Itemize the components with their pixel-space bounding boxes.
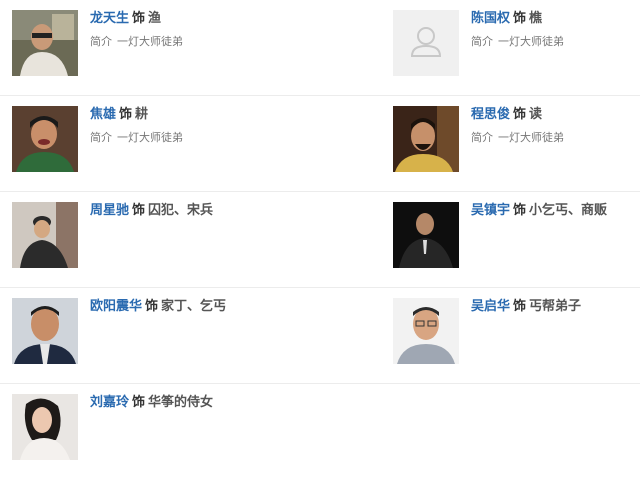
role-name: 华筝的侍女: [148, 395, 214, 410]
role-name: 丐帮弟子: [529, 299, 582, 314]
cast-info: 焦雄饰耕 简介 一灯大师徒弟: [90, 105, 310, 146]
cast-list: 龙天生饰渔 简介 一灯大师徒弟 陈国权饰樵 简介 一灯大师徒弟 焦雄 饰 耕 简…: [0, 0, 640, 467]
as-label: 饰: [513, 11, 527, 26]
actor-photo[interactable]: [12, 394, 78, 460]
actor-name-link[interactable]: 周星驰: [90, 203, 129, 218]
actor-photo[interactable]: [393, 298, 459, 364]
actor-photo[interactable]: [12, 106, 78, 172]
intro-text: 一灯大师徒弟: [498, 131, 564, 144]
intro-text: 一灯大师徒弟: [498, 35, 564, 48]
cast-card: 吴镇宇饰小乞丐、商贩: [393, 192, 640, 287]
cast-card: 周星驰饰囚犯、宋兵: [12, 192, 312, 287]
actor-name-link[interactable]: 龙天生: [90, 11, 129, 26]
cast-row: 欧阳震华饰家丁、乞丐 吴启华饰丐帮弟子: [0, 288, 640, 384]
actor-name-link[interactable]: 吴镇宇: [471, 203, 510, 218]
intro-text: 一灯大师徒弟: [117, 131, 183, 144]
cast-card: 欧阳震华饰家丁、乞丐: [12, 288, 312, 383]
actor-photo[interactable]: [12, 202, 78, 268]
cast-info: 龙天生饰渔 简介 一灯大师徒弟: [90, 9, 310, 50]
cast-info: 陈国权饰樵 简介 一灯大师徒弟: [471, 9, 640, 50]
as-label: 饰: [145, 299, 159, 314]
as-label: 饰: [513, 299, 527, 314]
person-placeholder-icon[interactable]: [393, 10, 459, 76]
cast-card: 刘嘉玲饰华筝的侍女: [12, 384, 312, 479]
role-name: 读: [529, 107, 543, 122]
intro-label: 简介: [90, 131, 112, 144]
actor-photo[interactable]: [393, 106, 459, 172]
cast-card: 焦雄饰耕 简介 一灯大师徒弟: [12, 96, 312, 191]
as-label: 饰: [132, 11, 146, 26]
role-name: 樵: [529, 11, 543, 26]
cast-info: 刘嘉玲饰华筝的侍女: [90, 393, 310, 413]
cast-card: 陈国权饰樵 简介 一灯大师徒弟: [393, 0, 640, 95]
cast-card: 程思俊饰读 简介 一灯大师徒弟: [393, 96, 640, 191]
cast-info: 欧阳震华饰家丁、乞丐: [90, 297, 310, 317]
actor-photo[interactable]: [12, 298, 78, 364]
actor-photo[interactable]: [393, 202, 459, 268]
intro-text: 一灯大师徒弟: [117, 35, 183, 48]
cast-info: 周星驰饰囚犯、宋兵: [90, 201, 310, 221]
actor-name-link[interactable]: 欧阳震华: [90, 299, 142, 314]
cast-info: 吴启华饰丐帮弟子: [471, 297, 640, 317]
intro-label: 简介: [90, 35, 112, 48]
role-name: 囚犯、宋兵: [148, 203, 214, 218]
role-name: 家丁、乞丐: [161, 299, 227, 314]
role-name: 小乞丐、商贩: [529, 203, 608, 218]
actor-name-link[interactable]: 刘嘉玲: [90, 395, 129, 410]
cast-info: 程思俊饰读 简介 一灯大师徒弟: [471, 105, 640, 146]
intro-label: 简介: [471, 131, 493, 144]
cast-info: 吴镇宇饰小乞丐、商贩: [471, 201, 640, 221]
intro-label: 简介: [471, 35, 493, 48]
cast-card: 吴启华饰丐帮弟子: [393, 288, 640, 383]
actor-name-link[interactable]: 焦雄: [90, 107, 116, 122]
actor-name-link[interactable]: 陈国权: [471, 11, 510, 26]
cast-row: 周星驰饰囚犯、宋兵 吴镇宇饰小乞丐、商贩: [0, 192, 640, 288]
as-label: 饰: [132, 395, 146, 410]
as-label: 饰: [119, 107, 133, 122]
as-label: 饰: [513, 203, 527, 218]
actor-name-link[interactable]: 吴启华: [471, 299, 510, 314]
cast-row: 刘嘉玲饰华筝的侍女: [0, 384, 640, 479]
role-name: 耕: [135, 107, 149, 122]
as-label: 饰: [132, 203, 146, 218]
cast-row: 焦雄饰耕 简介 一灯大师徒弟 程思俊饰读 简介 一灯大师徒弟: [0, 96, 640, 192]
actor-photo[interactable]: [12, 10, 78, 76]
as-label: 饰: [513, 107, 527, 122]
cast-card: 龙天生饰渔 简介 一灯大师徒弟: [12, 0, 312, 95]
actor-name-link[interactable]: 程思俊: [471, 107, 510, 122]
role-name: 渔: [148, 11, 162, 26]
cast-row: 龙天生饰渔 简介 一灯大师徒弟 陈国权饰樵 简介 一灯大师徒弟: [0, 0, 640, 96]
